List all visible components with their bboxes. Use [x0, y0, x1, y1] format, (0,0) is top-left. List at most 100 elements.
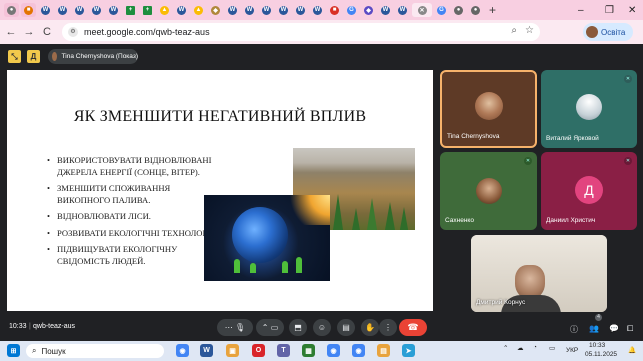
chevron-up-icon[interactable]: ⌃ — [503, 344, 508, 352]
more-options-button[interactable]: ⋮ — [379, 319, 397, 336]
notifications-icon[interactable]: 🔔 — [628, 346, 636, 354]
close-window-button[interactable]: ✕ — [628, 0, 636, 20]
mic-muted-icon: ✕ — [624, 75, 632, 83]
browser-tab[interactable]: W — [106, 3, 121, 17]
present-icon: ⬒ — [294, 323, 302, 332]
back-button[interactable]: ← — [4, 26, 18, 38]
browser-tab[interactable]: G — [434, 3, 449, 17]
avatar — [586, 26, 598, 38]
raise-hand-button[interactable]: ✋ — [361, 319, 379, 336]
browser-tab[interactable]: ● — [468, 3, 483, 17]
google-icon: G — [437, 5, 446, 15]
participant-name: Даниил Христич — [546, 217, 596, 224]
meet-top-bar: ⤡ Д Tina Chernyshova (Показ) — [0, 44, 643, 68]
browser-tab[interactable]: W — [242, 3, 257, 17]
wifi-icon[interactable]: ◔ — [533, 344, 537, 351]
cloud-icon[interactable]: ☁ — [517, 344, 524, 352]
slide-bullet: ВИКОРИСТОВУВАТИ ВІДНОВЛЮВАНІ ДЖЕРЕЛА ЕНЕ… — [47, 155, 222, 178]
camera-toggle-button[interactable]: ⌃ ▭ — [256, 319, 284, 336]
app-icon[interactable]: ▦ — [302, 344, 315, 357]
opera-icon[interactable]: O — [252, 344, 265, 357]
google-icon: G — [347, 5, 356, 15]
folder-icon[interactable]: ▤ — [377, 344, 390, 357]
browser-tab[interactable]: W — [378, 3, 393, 17]
participant-tile-self[interactable]: Дмитрий Корнус — [471, 235, 607, 312]
browser-tab[interactable]: ▲ — [157, 3, 172, 17]
reload-button[interactable]: C — [40, 26, 54, 38]
taskbar-search[interactable]: ⌕ Пошук — [26, 344, 164, 358]
activities-icon[interactable]: ⧠ — [627, 324, 633, 334]
participant-tile[interactable]: ✕ Сахненко — [440, 152, 537, 230]
active-tab-meet[interactable]: ✕ — [412, 3, 432, 17]
word-icon: W — [279, 5, 288, 15]
browser-tab[interactable]: ◆ — [361, 3, 376, 17]
word-icon: W — [313, 5, 322, 15]
word-icon: W — [262, 5, 271, 15]
taskbar-time[interactable]: 10:33 — [589, 342, 605, 349]
emoji-button[interactable]: ☺ — [313, 319, 331, 336]
browser-tab[interactable]: W — [225, 3, 240, 17]
participant-tile[interactable]: ✕ Д Даниил Христич — [541, 152, 637, 230]
search-icon[interactable]: ⌕ — [511, 25, 517, 36]
end-call-button[interactable]: ☎ — [399, 319, 427, 336]
word-icon: W — [245, 5, 254, 15]
browser-tab[interactable]: W — [276, 3, 291, 17]
teams-icon[interactable]: T — [277, 344, 290, 357]
site-info-icon[interactable]: ⚙ — [68, 27, 78, 37]
browser-tab[interactable]: ● — [4, 3, 19, 17]
browser-tab[interactable]: ■ — [327, 3, 342, 17]
browser-tab[interactable]: W — [395, 3, 410, 17]
browser-tab[interactable]: W — [72, 3, 87, 17]
url-bar[interactable]: ⚙ meet.google.com/qwb-teaz-aus ⌕ ☆ — [62, 23, 540, 41]
browser-tab[interactable]: G — [344, 3, 359, 17]
word-icon[interactable]: W — [200, 344, 213, 357]
browser-tab[interactable]: W — [55, 3, 70, 17]
windows-start-icon[interactable]: ⊞ — [7, 344, 20, 357]
participant-name: Виталий Ярковой — [546, 135, 599, 142]
word-icon: W — [109, 5, 118, 15]
chrome-icon[interactable]: ◉ — [352, 344, 365, 357]
browser-tab[interactable]: W — [174, 3, 189, 17]
browser-tab[interactable]: ◆ — [208, 3, 223, 17]
battery-icon[interactable]: ▭ — [549, 344, 555, 352]
forward-button[interactable]: → — [22, 26, 36, 38]
layout-icon[interactable]: ⤡ — [8, 50, 21, 63]
minimize-button[interactable]: – — [578, 0, 584, 20]
mic-toggle-button[interactable]: ⋯ 🎙 — [217, 319, 253, 336]
chrome-icon[interactable]: ◉ — [176, 344, 189, 357]
files-icon[interactable]: ▣ — [226, 344, 239, 357]
presenter-chip[interactable]: Tina Chernyshova (Показ) — [48, 49, 138, 64]
browser-tab[interactable]: W — [38, 3, 53, 17]
chat-icon[interactable]: 💬 — [609, 324, 619, 333]
info-icon[interactable]: ⓘ — [570, 324, 578, 335]
site-favicon-icon: ● — [7, 5, 16, 15]
browser-tab[interactable]: + — [123, 3, 138, 17]
browser-tab[interactable]: ● — [451, 3, 466, 17]
participant-name: Сахненко — [445, 217, 474, 224]
present-screen-button[interactable]: ⬒ — [289, 319, 307, 336]
people-icon[interactable]: 👥 — [589, 324, 599, 333]
browser-tab[interactable]: + — [140, 3, 155, 17]
search-icon: ⌕ — [32, 346, 37, 355]
new-tab-button[interactable]: + — [489, 3, 496, 17]
telegram-icon[interactable]: ➤ — [402, 344, 415, 357]
browser-tab[interactable]: ▲ — [191, 3, 206, 17]
bookmark-star-icon[interactable]: ☆ — [525, 25, 534, 36]
browser-tab[interactable]: W — [293, 3, 308, 17]
restore-button[interactable]: ❐ — [605, 0, 614, 20]
profile-button[interactable]: Освіта — [583, 23, 633, 41]
browser-tab[interactable]: W — [259, 3, 274, 17]
chrome-icon[interactable]: ◉ — [327, 344, 340, 357]
document-icon[interactable]: Д — [27, 50, 40, 63]
browser-tab[interactable]: W — [89, 3, 104, 17]
windows-taskbar: ⊞ ⌕ Пошук ◉ W ▣ O T ▦ ◉ ◉ ▤ ➤ ⌃ ☁ ◔ ▭ УК… — [0, 341, 643, 361]
taskbar-date[interactable]: 05.11.2025 — [585, 351, 617, 358]
slide-bullet: ПІДВИЩУВАТИ ЕКОЛОГІЧНУ СВІДОМІСТЬ ЛЮДЕЙ. — [47, 244, 222, 267]
participant-tile[interactable]: ✕ Виталий Ярковой — [541, 70, 637, 148]
language-indicator[interactable]: УКР — [566, 347, 578, 354]
browser-tab[interactable]: ■ — [21, 3, 36, 17]
mic-muted-icon: ✕ — [624, 157, 632, 165]
captions-button[interactable]: ▤ — [337, 319, 355, 336]
participant-tile-active[interactable]: Tina Chernyshova — [440, 70, 537, 148]
browser-tab[interactable]: W — [310, 3, 325, 17]
